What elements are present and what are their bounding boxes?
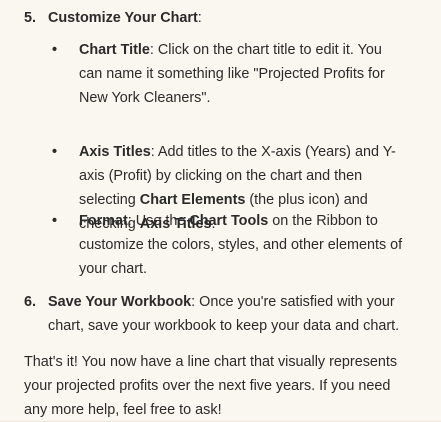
closing-line: That's it! You now have a line chart tha… [24,354,398,370]
bullet-body-format: Format: Use the Chart Tools on the Ribbo… [79,209,402,281]
text-line: Chart Title: Click on the chart title to… [79,38,385,62]
text-run: your chart. [79,261,147,277]
text-run: selecting [79,192,140,208]
assistant-message: 5. Customize Your Chart: • Chart Title: … [0,0,441,422]
bullet-icon: • [52,213,58,229]
text-line: Save Your Workbook: Once you're satisfie… [48,290,399,314]
step-5-number: 5. [24,10,37,26]
text-line: New York Cleaners". [79,86,385,110]
bold-term: Chart Title [79,42,150,58]
step-6-number: 6. [24,294,37,310]
text-line: customize the colors, styles, and other … [79,233,402,257]
text-run: customize the colors, styles, and other … [79,237,403,253]
step-5: 5. Customize Your Chart: [24,6,434,30]
text-run: : Once you're satisfied with your [191,294,395,310]
text-run: : Use the [127,213,190,229]
bullet-icon: • [52,144,58,160]
text-line: can name it something like "Projected Pr… [79,62,385,86]
step-6-body: Save Your Workbook: Once you're satisfie… [48,290,399,338]
bullet-icon: • [52,42,58,58]
bold-term: Format [79,213,128,229]
text-line: axis (Profit) by clicking on the chart a… [79,164,396,188]
bold-term: Save Your Workbook [48,294,192,310]
bold-term: Axis Titles [79,144,151,160]
text-line: your chart. [79,257,402,281]
step-5-suffix: : [197,10,202,26]
closing-line: any more help, feel free to ask! [24,402,222,418]
text-run: New York Cleaners". [79,90,211,106]
text-run: axis (Profit) by clicking on the chart a… [79,168,363,184]
closing-paragraph: That's it! You now have a line chart tha… [24,350,434,422]
text-run: on the Ribbon to [268,213,378,229]
closing-line: your projected profits over the next fiv… [24,378,391,394]
text-run: (the plus icon) and [245,192,368,208]
text-run: : Add titles to the X-axis (Years) and Y… [150,144,396,160]
text-line: Axis Titles: Add titles to the X-axis (Y… [79,140,396,164]
step-5-title: Customize Your Chart [48,10,198,26]
text-line: Format: Use the Chart Tools on the Ribbo… [79,209,402,233]
step-6: 6. Save Your Workbook: Once you're satis… [24,290,439,338]
bold-term: Chart Tools [189,213,269,229]
text-run: chart, save your workbook to keep your d… [48,318,400,334]
text-run: can name it something like "Projected Pr… [79,66,385,82]
text-run: : Click on the chart title to edit it. Y… [149,42,382,58]
text-line: chart, save your workbook to keep your d… [48,314,399,338]
bullet-body-chart-title: Chart Title: Click on the chart title to… [79,38,385,110]
bold-term: Chart Elements [139,192,246,208]
